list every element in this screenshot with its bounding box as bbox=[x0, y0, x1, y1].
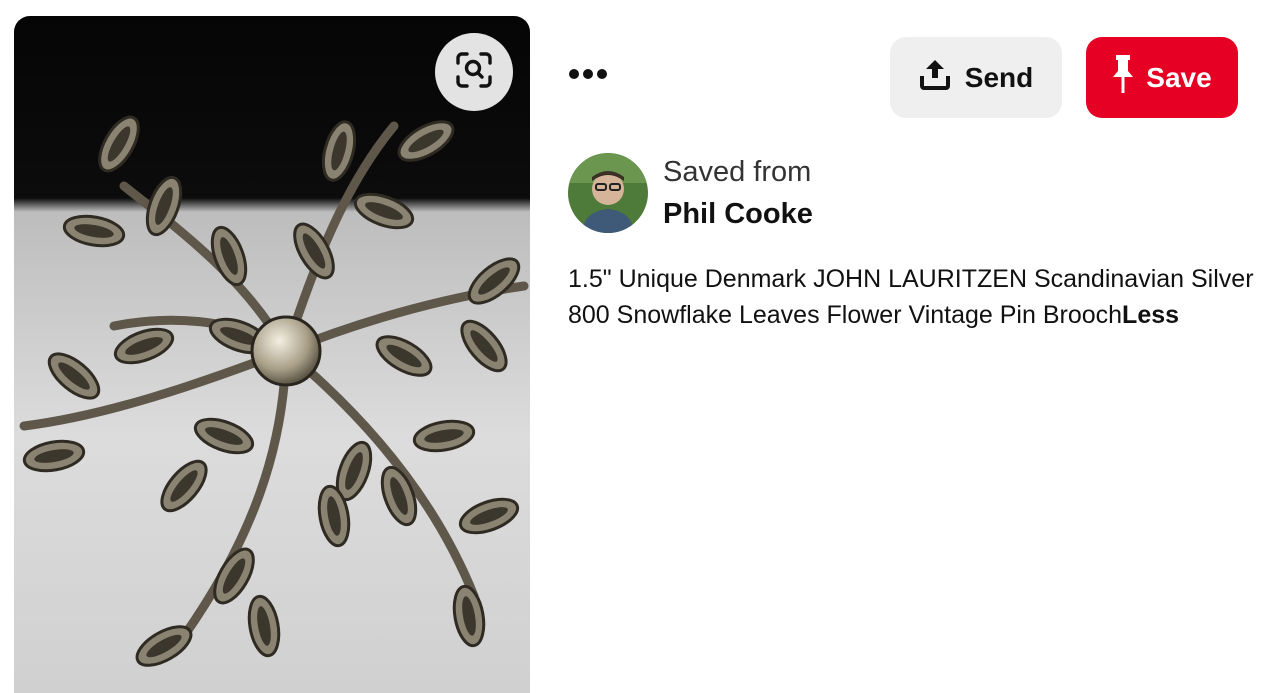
send-button[interactable]: Send bbox=[890, 37, 1062, 118]
pushpin-icon bbox=[1112, 54, 1134, 101]
send-label: Send bbox=[964, 61, 1034, 93]
less-link[interactable]: Less bbox=[1122, 301, 1179, 329]
ellipsis-icon bbox=[566, 67, 610, 86]
pin-description: 1.5" Unique Denmark JOHN LAURITZEN Scand… bbox=[568, 261, 1268, 333]
share-upload-icon bbox=[919, 58, 951, 97]
pin-image[interactable] bbox=[14, 16, 530, 693]
brooch-photo bbox=[14, 16, 530, 693]
avatar[interactable] bbox=[568, 153, 648, 233]
visual-search-button[interactable] bbox=[435, 33, 513, 111]
more-options-button[interactable] bbox=[564, 56, 612, 96]
saved-from-label: Saved from bbox=[663, 156, 812, 188]
save-button[interactable]: Save bbox=[1086, 37, 1238, 118]
visual-search-icon bbox=[454, 50, 494, 95]
save-label: Save bbox=[1146, 61, 1212, 93]
source-name-link[interactable]: Phil Cooke bbox=[663, 198, 813, 231]
